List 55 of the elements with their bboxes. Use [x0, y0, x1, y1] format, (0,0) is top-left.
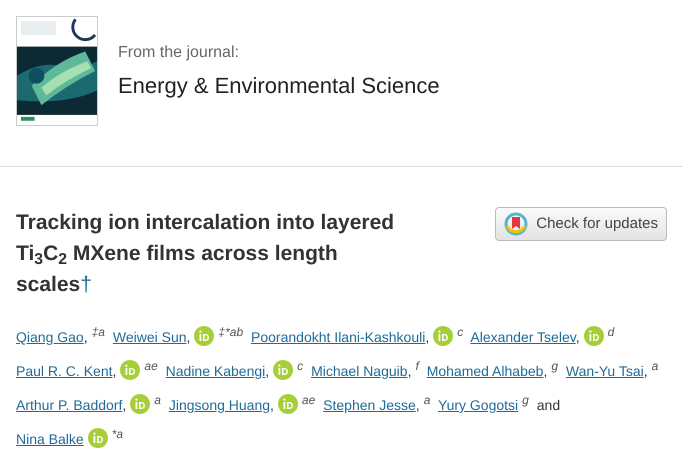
journal-name[interactable]: Energy & Environmental Science — [118, 68, 440, 102]
comma: , — [265, 363, 270, 379]
author-link[interactable]: Mohamed Alhabeb — [426, 363, 544, 379]
affiliation-mark: *a — [112, 427, 124, 441]
orcid-icon[interactable] — [273, 360, 294, 380]
affiliation-mark: a — [424, 393, 430, 407]
affiliation-mark: a — [652, 359, 658, 373]
affiliation-mark: c — [457, 325, 464, 339]
affiliation-mark: a — [154, 393, 161, 407]
bookmark-icon — [504, 212, 528, 236]
article-title: Tracking ion intercalation into layered Ti$_{3}$C$_{2}$ MXene films across length scales† — [16, 211, 394, 296]
conjunction: and — [536, 397, 560, 413]
comma: , — [425, 329, 430, 345]
comma: , — [543, 363, 548, 379]
affiliation-mark: c — [297, 359, 304, 373]
affiliation-mark: ae — [302, 393, 316, 407]
comma: , — [408, 363, 412, 379]
orcid-icon[interactable] — [120, 360, 140, 380]
author-link[interactable]: Wan-Yu Tsai — [566, 363, 644, 379]
author-link[interactable]: Weiwei Sun — [112, 329, 187, 345]
affiliation-mark: g — [522, 393, 529, 407]
affiliation-mark: ‡a — [92, 325, 105, 339]
author-link[interactable]: Arthur P. Baddorf — [16, 397, 122, 413]
orcid-icon[interactable] — [433, 326, 454, 346]
comma: , — [270, 397, 274, 413]
author-link[interactable]: Qiang Gao — [16, 329, 84, 345]
orcid-icon[interactable] — [194, 326, 214, 346]
affiliation-mark: ae — [144, 359, 158, 373]
check-for-updates-button[interactable]: Check for updates — [495, 207, 667, 241]
author-link[interactable]: Nina Balke — [16, 431, 84, 447]
affiliation-mark: g — [551, 359, 558, 373]
comma: , — [112, 363, 116, 379]
orcid-icon[interactable] — [130, 394, 150, 414]
orcid-icon[interactable] — [584, 326, 604, 346]
author-link[interactable]: Michael Naguib — [311, 363, 408, 379]
comma: , — [186, 329, 190, 345]
author-link[interactable]: Jingsong Huang — [168, 397, 270, 413]
author-link[interactable]: Nadine Kabengi — [166, 363, 266, 379]
orcid-icon[interactable] — [278, 394, 298, 414]
comma: , — [122, 397, 126, 413]
orcid-icon[interactable] — [88, 428, 108, 448]
footnote-link[interactable]: † — [80, 273, 92, 296]
comma: , — [576, 329, 580, 345]
affiliation-mark: d — [608, 325, 614, 339]
author-link[interactable]: Poorandokht Ilani-Kashkouli — [251, 329, 426, 345]
author-link[interactable]: Yury Gogotsi — [438, 397, 518, 413]
comma: , — [644, 363, 648, 379]
affiliation-mark: f — [415, 359, 419, 373]
affiliation-mark: ‡*ab — [218, 325, 244, 339]
comma: , — [416, 397, 420, 413]
author-link[interactable]: Stephen Jesse — [323, 397, 416, 413]
author-link[interactable]: Paul R. C. Kent — [16, 363, 112, 379]
author-link[interactable]: Alexander Tselev — [470, 329, 576, 345]
comma: , — [84, 329, 88, 345]
journal-label: From the journal: — [118, 42, 240, 62]
